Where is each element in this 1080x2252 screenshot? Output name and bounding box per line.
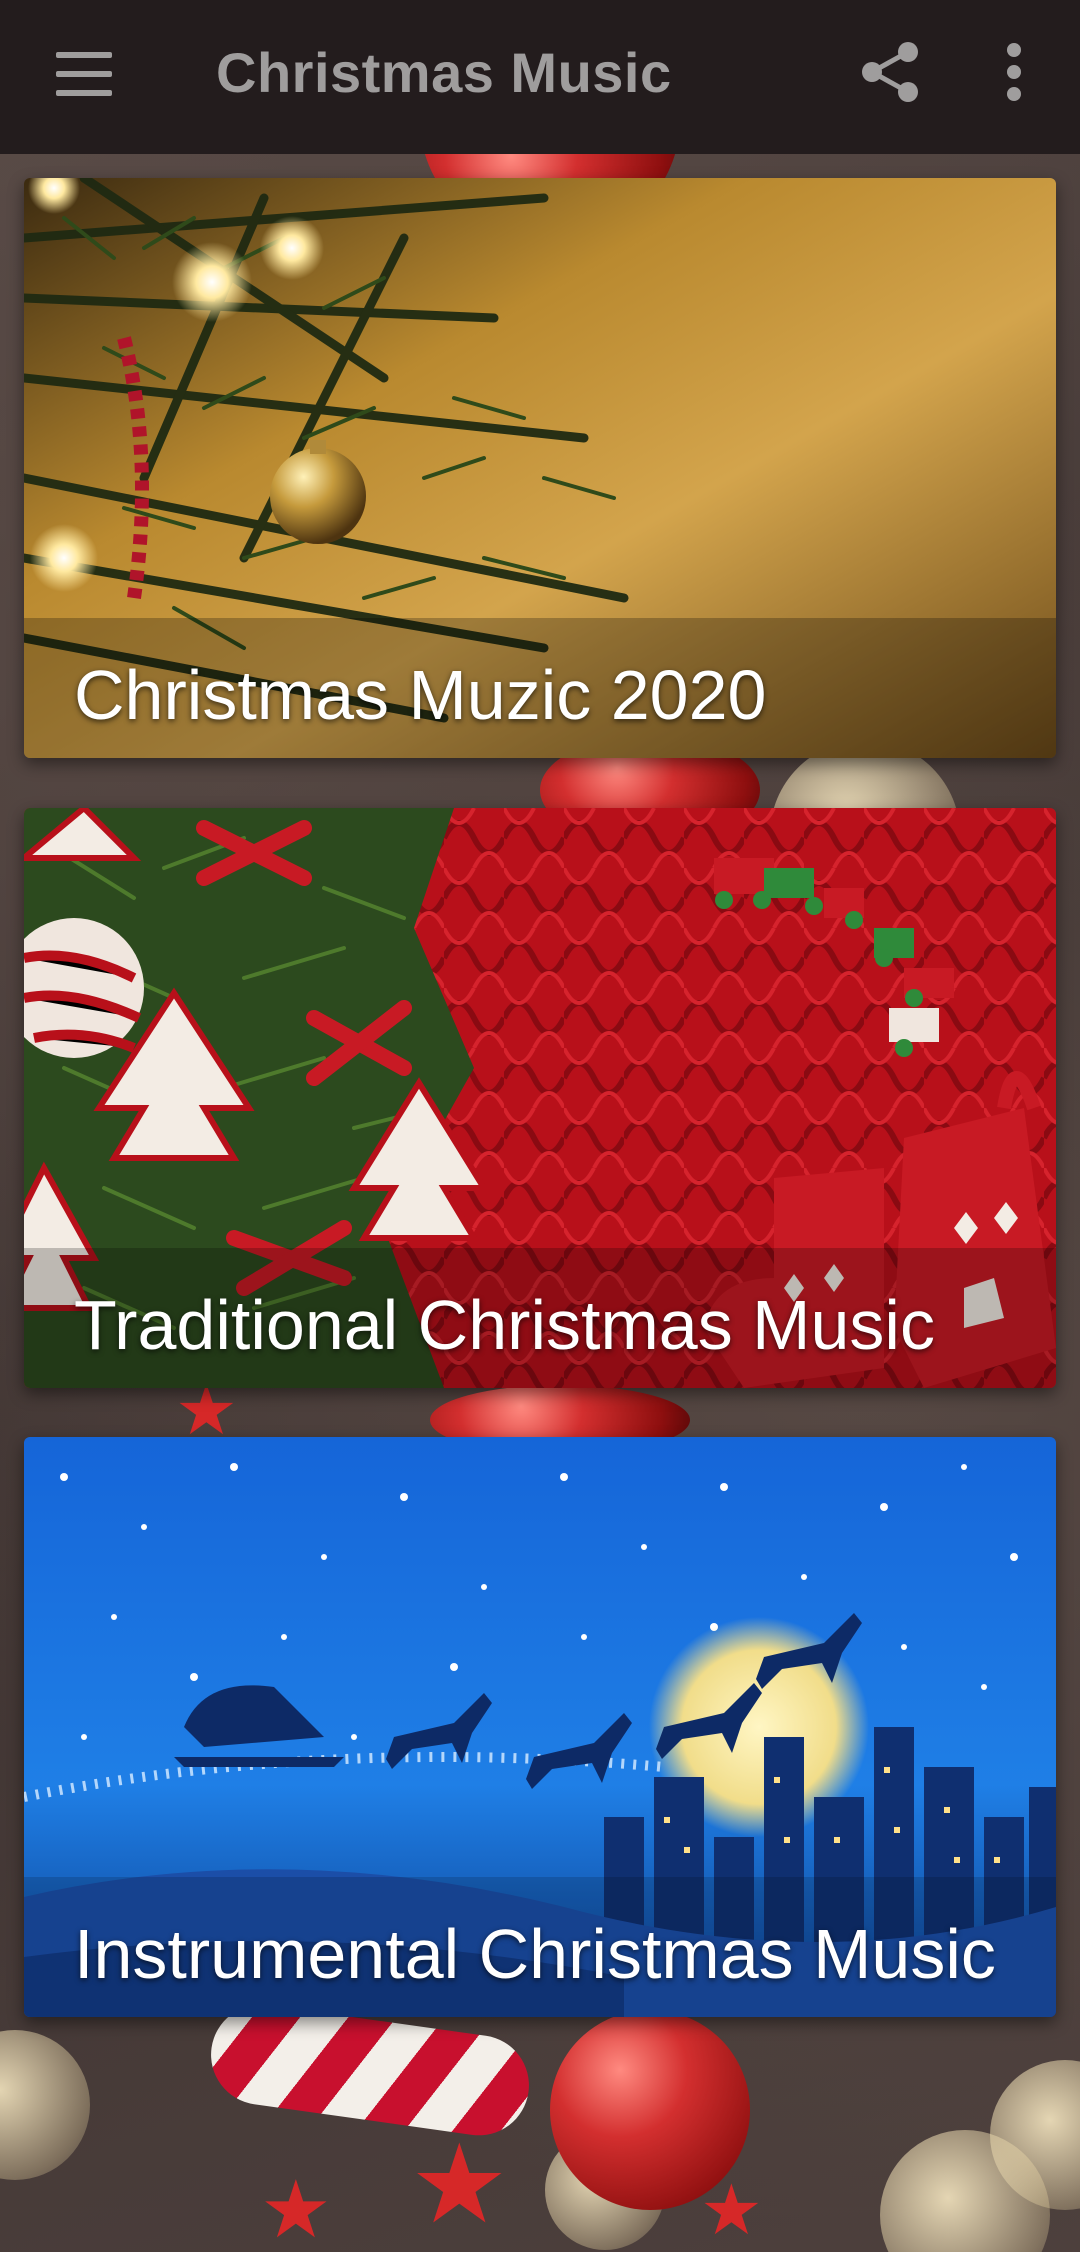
playlist-card-christmas-muzic-2020[interactable]: Christmas Muzic 2020 [24,178,1056,758]
app-title: Christmas Music [216,41,672,104]
playlist-title: Instrumental Christmas Music [74,1915,996,1993]
playlist-title: Christmas Muzic 2020 [74,656,767,734]
playlist-card-traditional-christmas-music[interactable]: Traditional Christmas Music [24,808,1056,1388]
bokeh-light [0,2030,90,2180]
playlist-title: Traditional Christmas Music [74,1286,935,1364]
share-icon[interactable] [858,40,922,104]
star-decoration: ★ [260,2165,332,2252]
hamburger-menu-icon[interactable] [56,52,112,96]
candy-cane [204,1998,536,2142]
playlist-card-instrumental-christmas-music[interactable]: Instrumental Christmas Music [24,1437,1056,2017]
star-decoration: ★ [700,2171,763,2249]
app-bar: Christmas Music [0,0,1080,154]
star-decoration: ★ [410,2123,509,2246]
more-vert-icon[interactable] [996,42,1032,102]
